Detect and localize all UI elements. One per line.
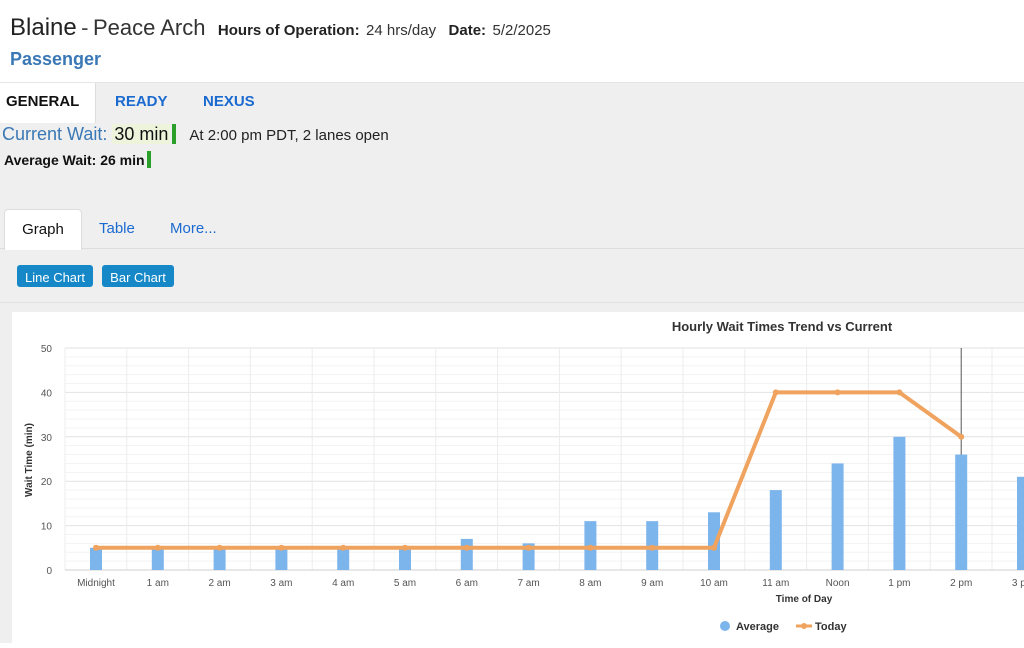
tab-ready[interactable]: READY (115, 83, 168, 123)
x-tick-label: 3 am (270, 578, 292, 589)
date-value: 5/2/2025 (492, 22, 551, 39)
chart-legend[interactable]: Average Today (720, 621, 847, 633)
today-point (958, 433, 965, 440)
hours-label: Hours of Operation: (217, 22, 360, 39)
average-bars (90, 436, 1024, 570)
y-tick-label: 50 (41, 344, 53, 355)
current-wait-label: Current Wait: (2, 124, 108, 144)
legend-today-label: Today (815, 621, 847, 633)
today-point (896, 389, 903, 396)
y-tick-label: 30 (41, 433, 53, 444)
average-wait-indicator (146, 151, 151, 168)
today-point (154, 544, 161, 551)
legend-average-label: Average (736, 621, 779, 633)
title-separator: - (81, 15, 89, 40)
y-tick-label: 0 (46, 566, 52, 577)
x-axis-label: Time of Day (776, 594, 833, 605)
today-point (402, 544, 408, 551)
bar-average (831, 463, 844, 570)
tab-graph[interactable]: Graph (4, 209, 82, 250)
tab-nexus[interactable]: NEXUS (203, 83, 255, 123)
x-tick-label: 1 pm (888, 578, 910, 589)
port-name: Peace Arch (92, 15, 206, 40)
hours-value: 24 hrs/day (366, 22, 437, 39)
bar-average (337, 547, 350, 570)
bar-chart-button[interactable]: Bar Chart (102, 265, 174, 287)
bar-average (399, 547, 411, 570)
city-name: Blaine (10, 14, 77, 41)
tab-general[interactable]: GENERAL (0, 83, 96, 123)
x-tick-label: 10 am (700, 578, 728, 589)
x-tick-label: 5 am (394, 578, 416, 589)
x-tick-label: 1 am (147, 578, 169, 589)
today-point (463, 544, 470, 551)
bar-average (1017, 476, 1024, 570)
y-tick-label: 20 (41, 477, 53, 488)
chart-canvas: Hourly Wait Times Trend vs Current Wait … (24, 319, 1024, 633)
x-tick-label: 6 am (456, 578, 478, 589)
x-tick-label: 2 am (208, 578, 230, 589)
current-wait-description: At 2:00 pm PDT, 2 lanes open (189, 127, 389, 144)
tabs-divider (0, 248, 1024, 249)
current-wait-value: 30 min (112, 124, 171, 144)
current-wait-indicator (172, 124, 177, 144)
tab-more[interactable]: More... (170, 209, 217, 249)
chart-grid (64, 347, 1024, 571)
buttons-divider (0, 302, 1024, 303)
today-point (587, 544, 594, 551)
date-label: Date: (448, 22, 487, 39)
average-wait-label: Average Wait: (4, 152, 97, 168)
today-point (649, 544, 656, 551)
x-tick-label: 9 am (641, 578, 663, 589)
line-chart-button[interactable]: Line Chart (17, 265, 93, 287)
bar-average (893, 436, 906, 570)
today-point (340, 544, 347, 551)
today-point (711, 544, 717, 551)
y-axis-label: Wait Time (min) (24, 423, 35, 497)
x-tick-label: 11 am (762, 578, 789, 589)
today-point (93, 544, 99, 551)
bar-average (769, 490, 782, 570)
current-wait: Current Wait: 30 min At 2:00 pm PDT, 2 l… (2, 124, 389, 145)
today-point (525, 544, 532, 551)
x-tick-label: 8 am (579, 578, 601, 589)
crossing-title: Blaine - Peace Arch Hours of Operation: … (10, 14, 551, 42)
today-point (278, 544, 285, 551)
y-tick-label: 40 (41, 388, 53, 399)
legend-average-marker (720, 621, 730, 631)
x-tick-label: Midnight (77, 578, 115, 589)
x-tick-label: 2 pm (950, 578, 972, 589)
bar-average (151, 547, 164, 570)
average-wait: Average Wait: 26 min (4, 151, 151, 168)
bar-average (213, 547, 226, 570)
x-tick-label: Noon (826, 578, 850, 589)
today-series-line (96, 390, 963, 550)
y-tick-label: 10 (41, 522, 53, 533)
today-point (216, 544, 223, 551)
x-tick-label: 3 pm (1012, 578, 1024, 589)
average-wait-value: 26 min (100, 152, 145, 168)
today-point (772, 389, 779, 396)
traveler-type: Passenger (10, 49, 102, 69)
tab-table[interactable]: Table (99, 209, 135, 249)
wait-time-chart: Hourly Wait Times Trend vs Current Wait … (12, 312, 1024, 643)
today-point (834, 389, 841, 396)
bar-average (460, 538, 473, 570)
x-tick-label: 4 am (332, 578, 354, 589)
bar-average (955, 454, 968, 570)
x-tick-label: 7 am (517, 578, 539, 589)
legend-today-dot (801, 623, 807, 629)
page-header: Blaine - Peace Arch Hours of Operation: … (0, 0, 1024, 83)
bar-average (275, 547, 288, 570)
bar-average (90, 547, 102, 570)
chart-title: Hourly Wait Times Trend vs Current (672, 319, 893, 334)
